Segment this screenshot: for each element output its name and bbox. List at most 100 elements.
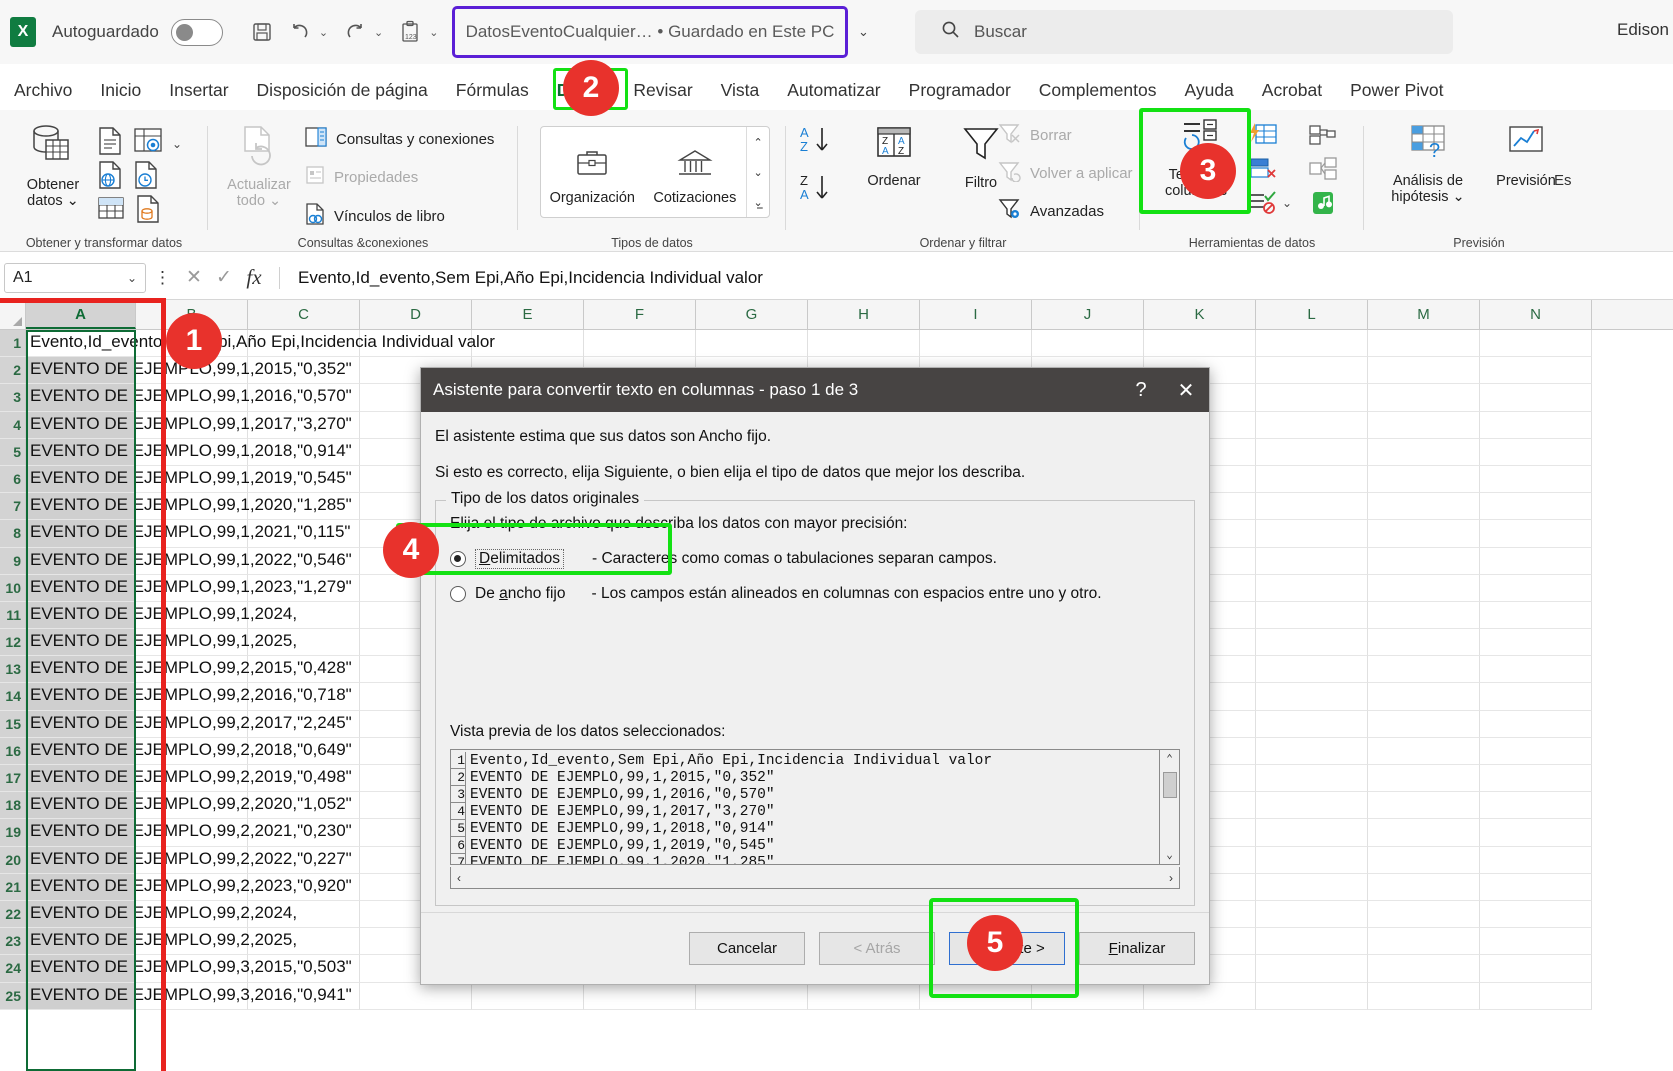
data-preview-box[interactable]: 1 Evento,Id_evento,Sem Epi,Año Epi,Incide…	[450, 749, 1180, 865]
column-header-C[interactable]: C	[248, 300, 360, 329]
cell-empty[interactable]	[1256, 384, 1368, 412]
data-validation-dropdown-icon[interactable]: ⌄	[1282, 196, 1292, 210]
paste-123-icon[interactable]: 123	[393, 15, 427, 49]
cell-A16[interactable]: EVENTO DE EJEMPLO,99,2,2018,"0,649"	[26, 737, 352, 765]
cell-empty[interactable]	[1480, 465, 1592, 494]
cell-A15[interactable]: EVENTO DE EJEMPLO,99,2,2017,"2,245"	[26, 710, 352, 738]
preview-vertical-scrollbar[interactable]: ⌃ ⌄	[1159, 750, 1179, 864]
cell-empty[interactable]	[1256, 465, 1368, 494]
cell-empty[interactable]	[1256, 710, 1368, 738]
cell-empty[interactable]	[1256, 629, 1368, 657]
cell-empty[interactable]	[1256, 601, 1368, 630]
cell-empty[interactable]	[1256, 411, 1368, 439]
manage-data-model-button[interactable]	[1308, 190, 1338, 221]
cell-A6[interactable]: EVENTO DE EJEMPLO,99,1,2019,"0,545"	[26, 465, 352, 494]
row-header[interactable]: 2	[0, 357, 26, 385]
cell-A12[interactable]: EVENTO DE EJEMPLO,99,1,2025,	[26, 629, 297, 657]
data-types-scroll[interactable]: ⌃ ⌄ ⌄̲	[746, 127, 769, 217]
data-types-gallery[interactable]: Organización Cotizaciones ⌃ ⌄ ⌄̲	[540, 126, 770, 218]
tab-ayuda[interactable]: Ayuda	[1170, 80, 1247, 101]
cell-empty[interactable]	[1368, 520, 1480, 548]
cell-empty[interactable]	[1368, 330, 1480, 358]
consultas-y-conexiones-button[interactable]: Consultas y conexiones	[304, 126, 494, 152]
cell-A23[interactable]: EVENTO DE EJEMPLO,99,2,2025,	[26, 928, 297, 956]
cell-empty[interactable]	[1032, 982, 1144, 1010]
cell-A24[interactable]: EVENTO DE EJEMPLO,99,3,2015,"0,503"	[26, 955, 352, 983]
cell-empty[interactable]	[584, 982, 696, 1010]
preview-scroll-down-icon[interactable]: ⌄	[1166, 846, 1173, 864]
cell-empty[interactable]	[1256, 873, 1368, 901]
cell-A14[interactable]: EVENTO DE EJEMPLO,99,2,2016,"0,718"	[26, 683, 352, 711]
column-header-D[interactable]: D	[360, 300, 472, 329]
cell-empty[interactable]	[1480, 656, 1592, 684]
actualizar-todo-button[interactable]: Actualizar todo ⌄	[216, 124, 302, 209]
cell-empty[interactable]	[1368, 846, 1480, 874]
column-header-N[interactable]: N	[1480, 300, 1592, 329]
cell-A21[interactable]: EVENTO DE EJEMPLO,99,2,2023,"0,920"	[26, 873, 352, 901]
cell-empty[interactable]	[1368, 683, 1480, 711]
cell-empty[interactable]	[1480, 765, 1592, 793]
preview-scroll-thumb[interactable]	[1162, 772, 1177, 798]
cell-empty[interactable]	[1368, 411, 1480, 439]
cell-empty[interactable]	[1480, 683, 1592, 711]
cell-A3[interactable]: EVENTO DE EJEMPLO,99,1,2016,"0,570"	[26, 384, 352, 412]
cell-empty[interactable]	[1368, 357, 1480, 385]
cell-A13[interactable]: EVENTO DE EJEMPLO,99,2,2015,"0,428"	[26, 656, 352, 684]
qat-more-icon[interactable]: ⌄	[429, 26, 438, 39]
from-web-table-image-icon[interactable]	[132, 126, 164, 161]
cell-empty[interactable]	[1480, 330, 1592, 358]
row-header[interactable]: 3	[0, 384, 26, 412]
cell-empty[interactable]	[1144, 982, 1256, 1010]
column-header-J[interactable]: J	[1032, 300, 1144, 329]
cell-empty[interactable]	[1368, 656, 1480, 684]
cell-empty[interactable]	[1256, 438, 1368, 466]
cell-empty[interactable]	[1368, 819, 1480, 847]
row-header[interactable]: 4	[0, 411, 26, 439]
sort-az-button[interactable]: AZ	[798, 124, 836, 161]
cell-empty[interactable]	[1368, 737, 1480, 765]
analisis-de-hipotesis-button[interactable]: ? Análisis de hipótesis ⌄	[1378, 124, 1478, 205]
cell-empty[interactable]	[1480, 955, 1592, 983]
tab-vista[interactable]: Vista	[707, 80, 774, 101]
column-header-I[interactable]: I	[920, 300, 1032, 329]
table-row[interactable]: 1 Evento,Id_evento,Sem Epi,Año Epi,Incide…	[0, 330, 1673, 358]
cell-A18[interactable]: EVENTO DE EJEMPLO,99,2,2020,"1,052"	[26, 792, 352, 820]
cell-empty[interactable]	[1256, 737, 1368, 765]
ordenar-button[interactable]: ZAAZ Ordenar	[848, 124, 940, 189]
cell-empty[interactable]	[1480, 710, 1592, 738]
cell-empty[interactable]	[1368, 601, 1480, 630]
cell-empty[interactable]	[1480, 873, 1592, 901]
cell-empty[interactable]	[1480, 493, 1592, 521]
cell-empty[interactable]	[1256, 765, 1368, 793]
cell-A1[interactable]: Evento,Id_evento,Sem Epi,Año Epi,Inciden…	[26, 330, 495, 358]
column-header-G[interactable]: G	[696, 300, 808, 329]
cell-empty[interactable]	[1256, 357, 1368, 385]
search-box[interactable]: Buscar	[915, 10, 1453, 54]
radio-ancho-fijo[interactable]	[450, 586, 466, 602]
table-row[interactable]: 25 EVENTO DE EJEMPLO,99,3,2016,"0,941"	[0, 982, 1673, 1010]
cell-A22[interactable]: EVENTO DE EJEMPLO,99,2,2024,	[26, 900, 297, 929]
cell-empty[interactable]	[1480, 819, 1592, 847]
cell-empty[interactable]	[584, 330, 696, 358]
dialog-help-icon[interactable]: ?	[1119, 379, 1163, 402]
cell-A20[interactable]: EVENTO DE EJEMPLO,99,2,2022,"0,227"	[26, 846, 352, 874]
select-all-corner[interactable]	[0, 300, 26, 329]
cell-empty[interactable]	[1256, 683, 1368, 711]
tab-formulas[interactable]: Fórmulas	[442, 80, 543, 101]
tab-power-pivot[interactable]: Power Pivot	[1336, 80, 1457, 101]
row-header[interactable]: 22	[0, 900, 26, 929]
cell-empty[interactable]	[1256, 656, 1368, 684]
tab-programador[interactable]: Programador	[895, 80, 1025, 101]
redo-dropdown-icon[interactable]: ⌄	[374, 26, 383, 39]
cell-A5[interactable]: EVENTO DE EJEMPLO,99,1,2018,"0,914"	[26, 438, 352, 466]
column-header-A[interactable]: A	[26, 300, 136, 329]
cell-empty[interactable]	[1368, 629, 1480, 657]
cancel-entry-icon[interactable]: ✕	[179, 266, 209, 289]
preview-scroll-up-icon[interactable]: ⌃	[1166, 750, 1173, 768]
cell-A10[interactable]: EVENTO DE EJEMPLO,99,1,2023,"1,279"	[26, 574, 352, 602]
row-header[interactable]: 10	[0, 574, 26, 602]
cell-empty[interactable]	[1256, 900, 1368, 929]
gallery-expand-icon[interactable]: ⌄̲	[747, 187, 769, 217]
row-header[interactable]: 18	[0, 792, 26, 820]
name-box-dropdown-icon[interactable]: ⌄	[127, 271, 137, 285]
